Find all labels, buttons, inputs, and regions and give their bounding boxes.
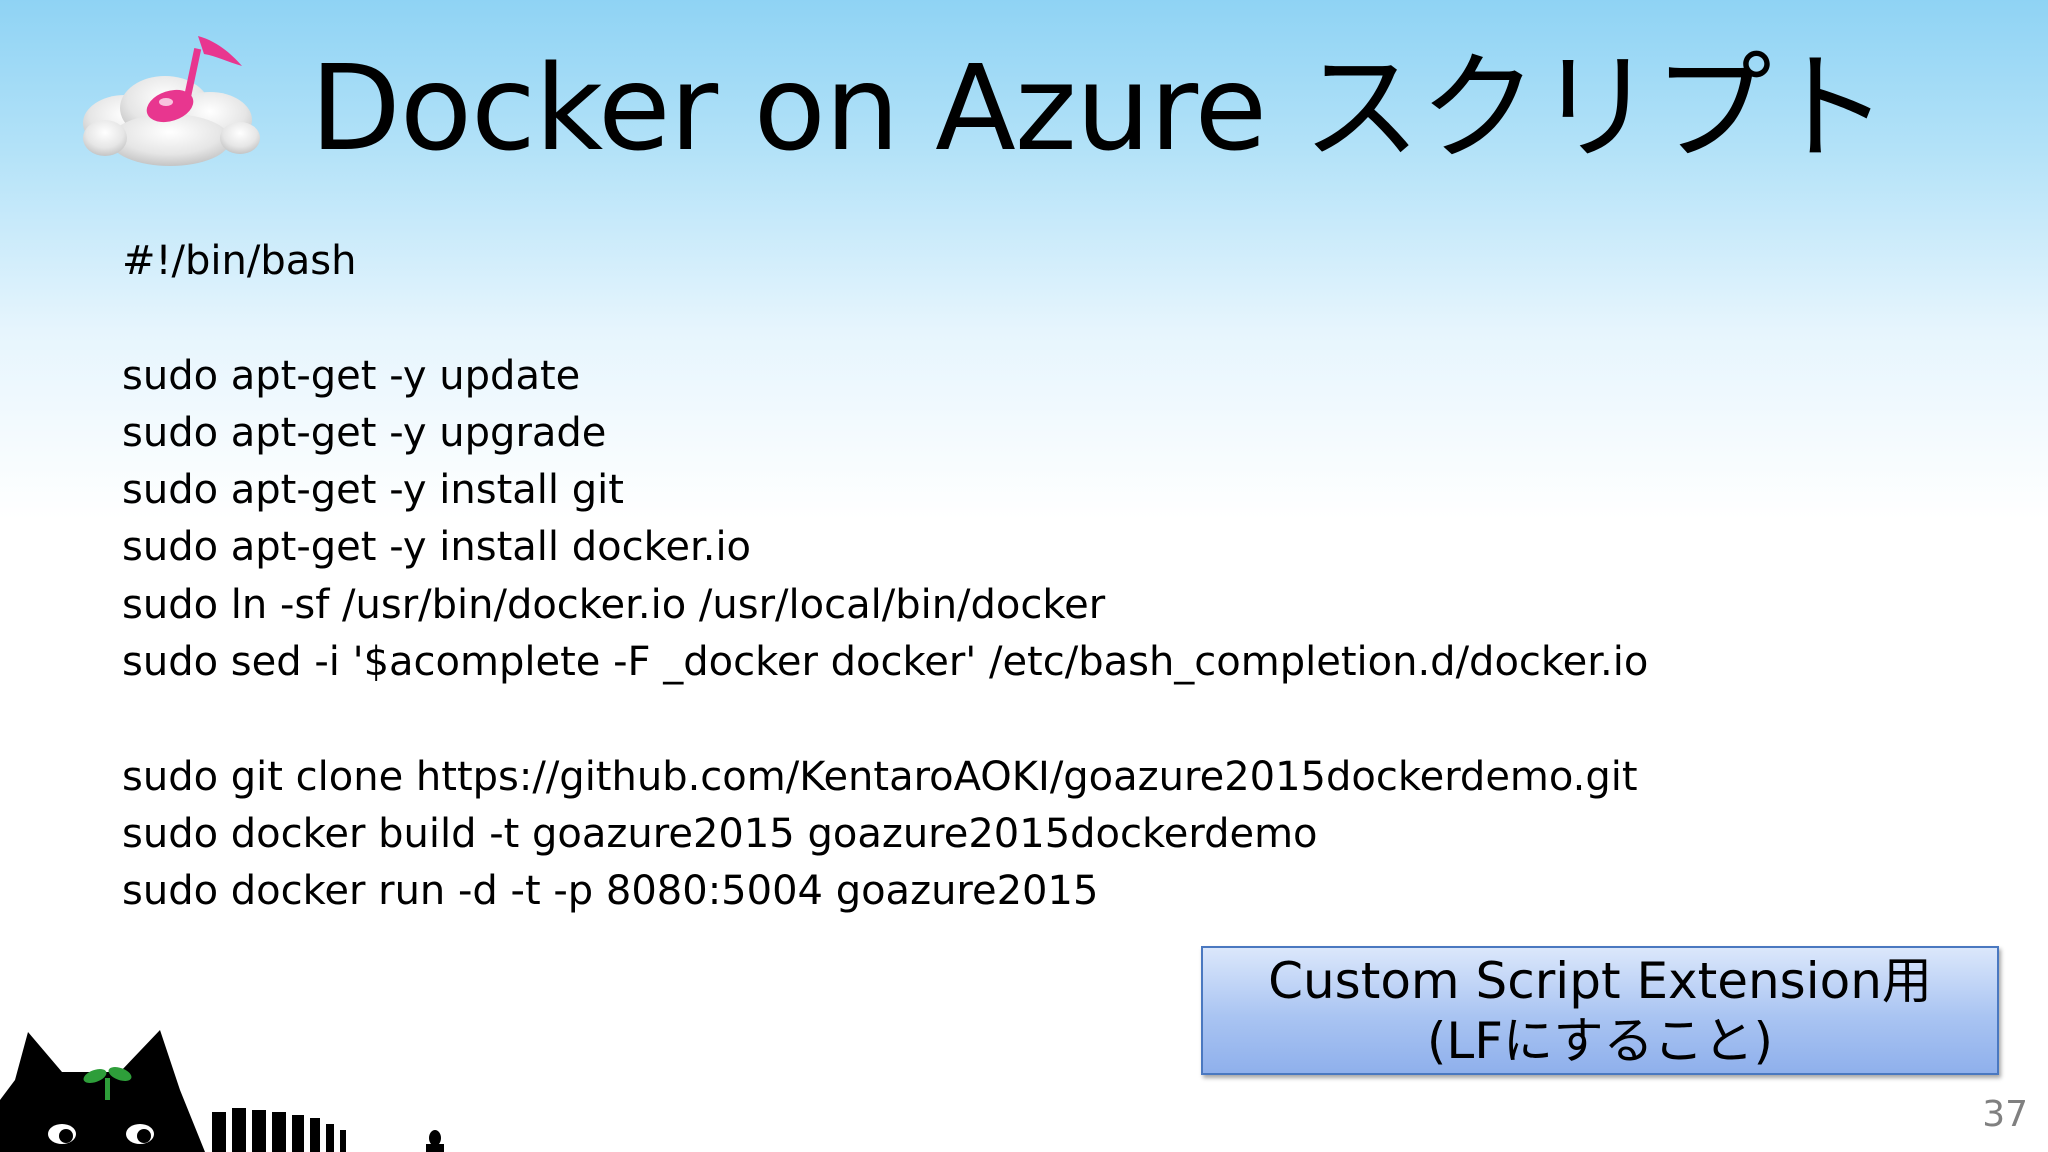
script-line: sudo apt-get -y install git	[122, 467, 624, 514]
script-line: sudo apt-get -y update	[122, 352, 581, 399]
script-line: sudo ln -sf /usr/bin/docker.io /usr/loca…	[122, 581, 1106, 628]
script-line	[122, 290, 1648, 347]
script-line: sudo apt-get -y upgrade	[122, 409, 607, 456]
callout-box: Custom Script Extension用 (LFにすること)	[1201, 946, 1999, 1075]
script-line: sudo git clone https://github.com/Kentar…	[122, 753, 1638, 800]
page-number: 37	[1982, 1094, 2028, 1135]
callout-line-1: Custom Script Extension用	[1268, 952, 1932, 1010]
script-line	[122, 691, 1648, 748]
callout-line-2: (LFにすること)	[1426, 1012, 1774, 1070]
cloud-music-note-icon	[83, 36, 260, 166]
script-code-block: #!/bin/bash sudo apt-get -y update sudo …	[122, 233, 1648, 921]
script-line: sudo sed -i '$acomplete -F _docker docke…	[122, 639, 1649, 686]
black-cat-with-sprout-icon	[0, 1030, 444, 1152]
script-line: sudo apt-get -y install docker.io	[122, 524, 752, 571]
script-line: #!/bin/bash	[122, 238, 357, 284]
slide-title: Docker on Azure スクリプト	[310, 39, 1889, 177]
script-line: sudo docker build -t goazure2015 goazure…	[122, 810, 1318, 857]
script-line: sudo docker run -d -t -p 8080:5004 goazu…	[122, 868, 1099, 915]
